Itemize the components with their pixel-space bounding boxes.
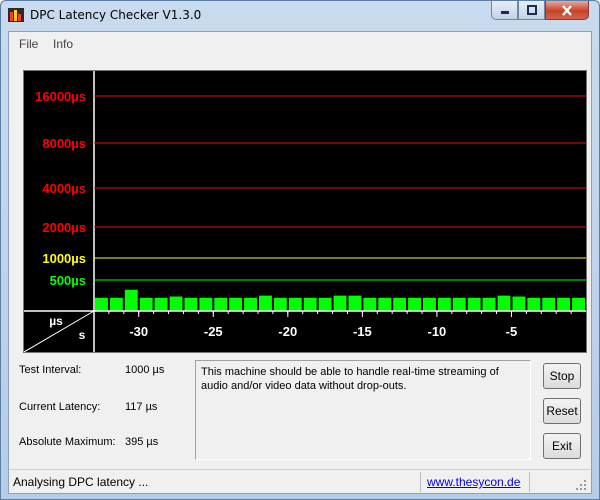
website-link[interactable]: www.thesycon.de <box>427 475 520 489</box>
test-interval-value: 1000 µs <box>125 364 165 376</box>
x-tick-label: -10 <box>428 324 447 339</box>
latency-bar <box>437 297 451 311</box>
y-tick-label: 4000µs <box>42 181 86 196</box>
exit-button[interactable]: Exit <box>543 433 581 459</box>
app-icon <box>8 8 24 22</box>
app-window: DPC Latency Checker V1.3.0 File Info 160… <box>0 0 600 500</box>
latency-bar <box>318 297 332 311</box>
menu-info[interactable]: Info <box>53 37 73 51</box>
test-interval-label: Test Interval: <box>19 364 82 376</box>
caption-buttons <box>491 1 589 21</box>
minimize-button[interactable] <box>491 1 518 20</box>
latency-bar <box>542 297 556 311</box>
latency-bar <box>423 297 436 311</box>
latency-bar <box>452 297 466 311</box>
latency-bar <box>512 296 526 311</box>
latency-bar <box>497 295 511 311</box>
latency-bar <box>273 297 287 311</box>
y-tick-label: 1000µs <box>42 251 86 266</box>
latency-bar <box>527 297 541 311</box>
latency-bar <box>467 297 481 311</box>
close-button[interactable] <box>545 1 589 20</box>
y-tick-label: 16000µs <box>35 89 86 104</box>
latency-bar <box>109 297 123 311</box>
menu-bar: File Info <box>9 32 591 56</box>
latency-bar <box>199 297 213 311</box>
latency-bar <box>393 297 407 311</box>
latency-bar <box>482 297 496 311</box>
reset-button[interactable]: Reset <box>543 398 581 424</box>
absolute-maximum-value: 395 µs <box>125 436 159 448</box>
latency-chart: 16000µs 8000µs 4000µs 2000µs 1000µs 500µs -30 -… <box>23 70 587 353</box>
result-message: This machine should be able to handle re… <box>195 360 531 460</box>
x-tick-label: -20 <box>278 324 297 339</box>
latency-bar <box>154 297 168 311</box>
latency-bar <box>95 297 108 311</box>
x-tick-label: -5 <box>506 324 518 339</box>
latency-bar <box>363 297 377 311</box>
latency-bar <box>259 295 272 311</box>
latency-chart-svg: 16000µs 8000µs 4000µs 2000µs 1000µs 500µs -30 -… <box>24 71 586 352</box>
latency-bar <box>244 297 257 311</box>
y-tick-label: 2000µs <box>42 220 86 235</box>
menu-file[interactable]: File <box>19 37 38 51</box>
minimize-icon <box>500 11 509 14</box>
status-divider <box>420 472 421 492</box>
y-tick-label: 8000µs <box>42 136 86 151</box>
latency-bar <box>378 297 392 311</box>
maximize-button[interactable] <box>518 1 545 20</box>
resize-grip-icon[interactable] <box>575 479 587 491</box>
latency-bar <box>572 297 585 311</box>
close-icon <box>562 4 572 16</box>
title-bar[interactable]: DPC Latency Checker V1.3.0 <box>1 1 599 31</box>
latency-bar <box>214 297 228 311</box>
absolute-maximum-label: Absolute Maximum: <box>19 436 116 448</box>
x-unit-label: s <box>79 328 86 342</box>
latency-bar <box>229 297 243 311</box>
maximize-icon <box>526 5 537 15</box>
client-area: File Info 16000µs 8000µs 4000µs 2000µs 1000µ… <box>8 31 592 494</box>
window-title: DPC Latency Checker V1.3.0 <box>30 8 202 22</box>
latency-bar <box>288 297 302 311</box>
latency-bar <box>333 295 347 311</box>
x-tick-label: -30 <box>129 324 148 339</box>
current-latency-label: Current Latency: <box>19 401 101 413</box>
x-tick-label: -25 <box>204 324 223 339</box>
x-tick-label: -15 <box>353 324 372 339</box>
y-unit-label: µs <box>49 314 63 328</box>
stop-button[interactable]: Stop <box>543 363 581 389</box>
latency-bar <box>557 297 571 311</box>
latency-bar <box>169 296 183 311</box>
latency-bar <box>139 297 153 311</box>
status-divider <box>529 472 530 492</box>
latency-bar <box>303 297 317 311</box>
latency-bar <box>408 297 421 311</box>
status-bar: Analysing DPC latency ... www.thesycon.d… <box>9 469 591 493</box>
latency-bar <box>124 289 138 311</box>
latency-bar <box>348 295 362 311</box>
current-latency-value: 117 µs <box>125 401 158 413</box>
latency-bar <box>184 297 198 311</box>
y-tick-label: 500µs <box>50 273 86 288</box>
status-text: Analysing DPC latency ... <box>13 475 149 489</box>
